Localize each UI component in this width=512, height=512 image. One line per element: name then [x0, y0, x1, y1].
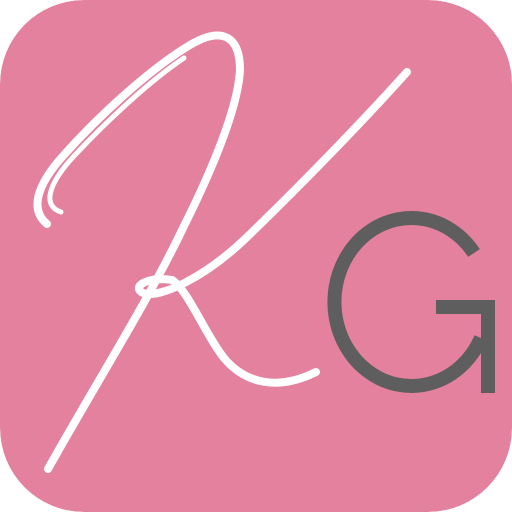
kg-logo: [0, 0, 512, 512]
icon-background: [0, 0, 512, 512]
app-icon[interactable]: [0, 0, 512, 512]
